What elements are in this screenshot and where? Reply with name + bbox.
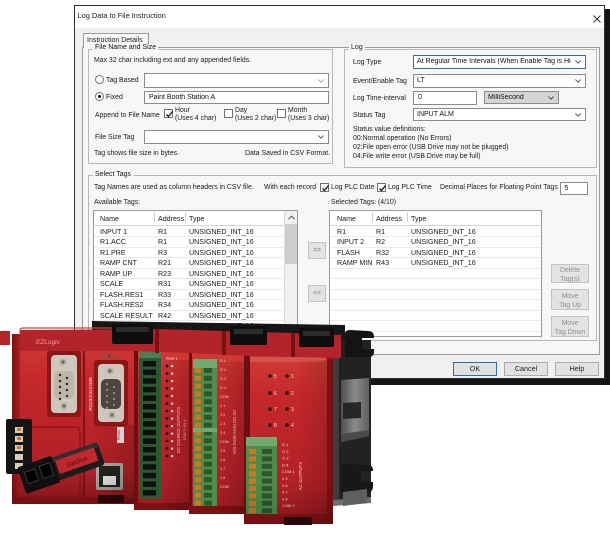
svg-text:O 3: O 3 [282,456,289,461]
svg-text:4: 4 [291,423,294,429]
svg-text:O 2: O 2 [282,449,289,454]
svg-text:5: 5 [274,374,277,380]
svg-text:D 1: D 1 [282,442,289,447]
svg-text:COM 1: COM 1 [282,469,295,474]
svg-text:8: 8 [274,423,277,429]
svg-text:7: 7 [274,407,277,413]
svg-text:D 4: D 4 [282,462,289,467]
svg-text:2: 2 [291,391,294,397]
svg-text:EZLogix: EZLogix [36,339,61,346]
svg-text:1: 1 [291,374,294,380]
svg-text:6: 6 [274,391,277,397]
svg-text:3: 3 [291,407,294,413]
svg-text:RS232/422/485: RS232/422/485 [88,377,94,411]
